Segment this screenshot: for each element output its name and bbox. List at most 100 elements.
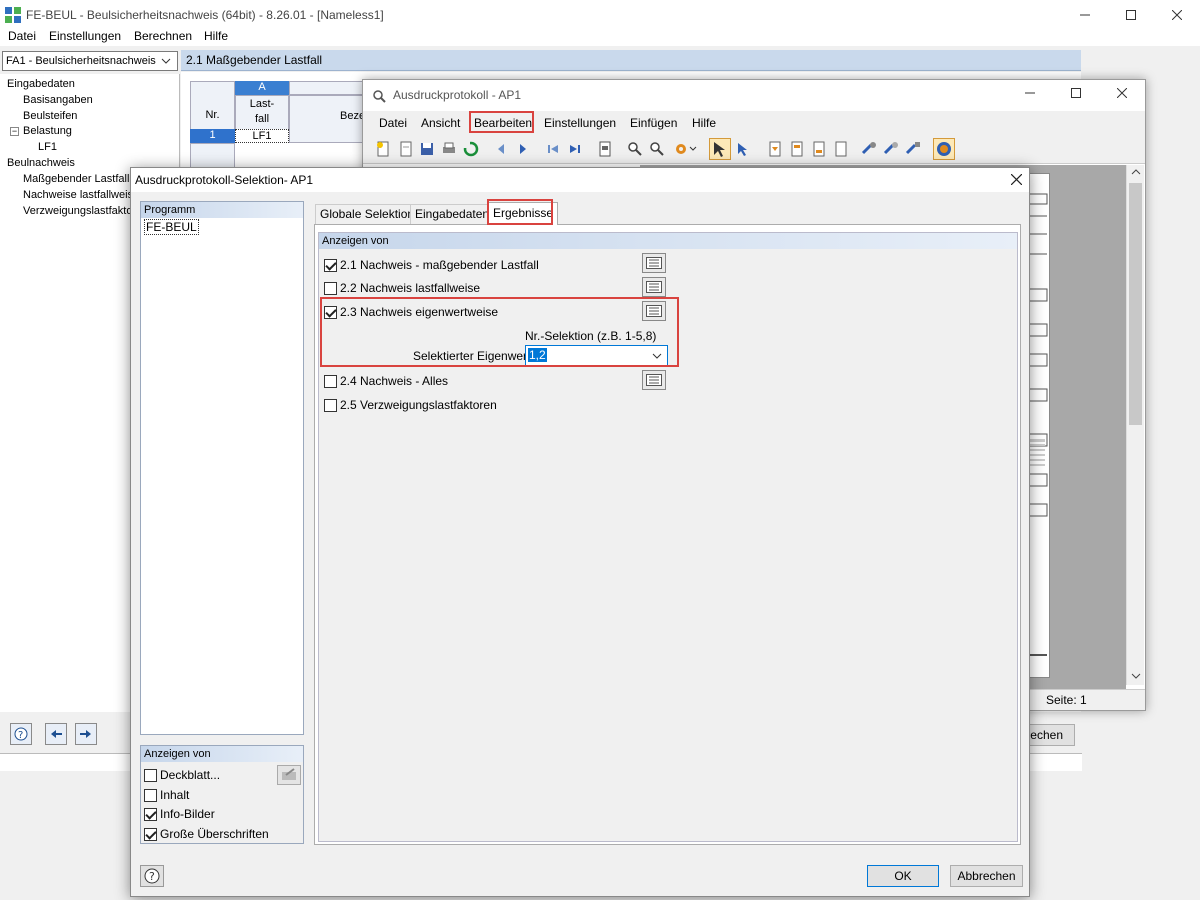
details-2-1-icon[interactable] — [642, 253, 666, 273]
nachweis-2-4-label: 2.4 Nachweis - Alles — [340, 374, 449, 388]
tree-item-beulnachweis[interactable]: Beulnachweis — [7, 157, 75, 169]
preview-scrollbar[interactable] — [1126, 165, 1144, 685]
cancel-button[interactable]: Abbrechen — [950, 865, 1023, 887]
printout-toolbar — [363, 136, 1145, 164]
printout-maximize-icon[interactable] — [1071, 88, 1081, 98]
menu-einstellungen[interactable]: Einstellungen — [49, 29, 121, 43]
bearbeiten-highlight — [469, 111, 534, 133]
last-page-icon[interactable] — [567, 141, 583, 157]
window-title: FE-BEUL - Beulsicherheitsnachweis (64bit… — [26, 8, 384, 22]
details-2-4-icon[interactable] — [642, 370, 666, 390]
prev-table-icon[interactable] — [45, 723, 67, 745]
maximize-icon[interactable] — [1108, 0, 1154, 30]
nachweis-2-5-label: 2.5 Verzweigungslastfaktoren — [340, 398, 497, 412]
minimize-icon[interactable] — [1062, 0, 1108, 30]
printout-menu-einstellungen[interactable]: Einstellungen — [544, 116, 616, 130]
nachweis-2-1-label: 2.1 Nachweis - maßgebender Lastfall — [340, 258, 539, 272]
table-title: 2.1 Maßgebender Lastfall — [186, 53, 323, 67]
tool-c-icon[interactable] — [905, 141, 921, 157]
col-a-header[interactable]: A — [235, 81, 289, 95]
main-title-bar: FE-BEUL - Beulsicherheitsnachweis (64bit… — [0, 0, 1200, 30]
tree-item-massgebender-lastfall[interactable]: Maßgebender Lastfall — [23, 173, 129, 185]
selection-dialog: Ausdruckprotokoll-Selektion- AP1 Program… — [130, 167, 1030, 897]
select-mode-icon[interactable] — [709, 138, 731, 160]
printout-status: Seite: 1 — [1029, 689, 1145, 710]
first-page-icon[interactable] — [545, 141, 561, 157]
menu-berechnen[interactable]: Berechnen — [134, 29, 192, 43]
dialog-title: Ausdruckprotokoll-Selektion- AP1 — [135, 173, 314, 187]
menu-hilfe[interactable]: Hilfe — [204, 29, 228, 43]
zoom-in-icon[interactable] — [627, 141, 643, 157]
menu-datei[interactable]: Datei — [8, 29, 36, 43]
refresh-icon[interactable] — [463, 141, 479, 157]
tree-item-lf1[interactable]: LF1 — [38, 141, 57, 153]
programm-header: Programm — [141, 202, 303, 218]
scroll-up-icon[interactable] — [1131, 169, 1141, 175]
open-icon[interactable] — [398, 141, 414, 157]
printout-close-icon[interactable] — [1117, 88, 1127, 98]
printout-menu-datei[interactable]: Datei — [379, 116, 407, 130]
print-icon[interactable] — [441, 141, 457, 157]
row-lf-cell[interactable]: LF1 — [235, 129, 289, 143]
inhalt-checkbox[interactable] — [144, 789, 157, 802]
collapse-icon[interactable]: − — [10, 127, 19, 136]
scroll-down-icon[interactable] — [1131, 673, 1141, 679]
printout-menu-einfuegen[interactable]: Einfügen — [630, 116, 677, 130]
tree-item-beulsteifen[interactable]: Beulsteifen — [23, 110, 77, 122]
deckblatt-checkbox[interactable] — [144, 769, 157, 782]
tab-eingabedaten[interactable]: Eingabedaten — [410, 204, 495, 224]
tool-a-icon[interactable] — [861, 141, 877, 157]
left-options-header: Anzeigen von — [141, 746, 303, 762]
info-bilder-checkbox[interactable] — [144, 808, 157, 821]
details-2-2-icon[interactable] — [642, 277, 666, 297]
deckblatt-edit-icon[interactable] — [277, 765, 301, 785]
nachweis-2-5-checkbox[interactable] — [324, 399, 337, 412]
eigenwert-highlight — [320, 297, 679, 367]
printout-menu-hilfe[interactable]: Hilfe — [692, 116, 716, 130]
scroll-thumb[interactable] — [1129, 183, 1142, 425]
tree-item-verzweigungslastfaktoren[interactable]: Verzweigungslastfakto — [23, 205, 132, 217]
tree-item-belastung[interactable]: Belastung — [23, 125, 72, 137]
insert-doc-icon[interactable] — [789, 141, 805, 157]
nachweis-2-1-checkbox[interactable] — [324, 259, 337, 272]
tree-item-eingabedaten[interactable]: Eingabedaten — [7, 78, 75, 90]
dialog-help-icon[interactable]: ? — [140, 865, 164, 887]
insert-page-icon[interactable] — [767, 141, 783, 157]
next-table-icon[interactable] — [75, 723, 97, 745]
save-icon[interactable] — [419, 141, 435, 157]
help-icon[interactable]: ? — [10, 723, 32, 745]
left-options-panel: Anzeigen von Deckblatt... Inhalt Info-Bi… — [140, 745, 304, 844]
settings-gear-icon[interactable] — [673, 141, 689, 157]
page-view-icon[interactable] — [597, 141, 613, 157]
zoom-out-icon[interactable] — [649, 141, 665, 157]
empty-row — [190, 143, 235, 168]
printout-minimize-icon[interactable] — [1025, 88, 1035, 98]
printout-menu-ansicht[interactable]: Ansicht — [421, 116, 460, 130]
pointer-icon[interactable] — [735, 141, 751, 157]
tree-item-basisangaben[interactable]: Basisangaben — [23, 94, 93, 106]
page-indicator: Seite: 1 — [1046, 693, 1087, 707]
blank-page-icon[interactable] — [833, 141, 849, 157]
tool-b-icon[interactable] — [883, 141, 899, 157]
gear-dropdown-icon[interactable] — [689, 146, 697, 162]
chevron-down-icon — [161, 58, 171, 64]
ok-button[interactable]: OK — [867, 865, 939, 887]
case-select[interactable]: FA1 - Beulsicherheitsnachweis — [2, 51, 178, 71]
back-icon[interactable] — [493, 141, 509, 157]
row-nr-cell[interactable]: 1 — [190, 129, 235, 143]
printout-title: Ausdruckprotokoll - AP1 — [393, 88, 522, 102]
forward-icon[interactable] — [515, 141, 531, 157]
close-icon[interactable] — [1154, 0, 1200, 30]
tree-item-nachweise-lastfallweise[interactable]: Nachweise lastfallweis — [23, 189, 133, 201]
tab-globale-selektion[interactable]: Globale Selektion — [315, 204, 420, 224]
dialog-close-icon[interactable] — [1011, 174, 1022, 185]
grosse-ueberschriften-checkbox[interactable] — [144, 828, 157, 841]
new-icon[interactable] — [375, 141, 391, 157]
web-icon[interactable] — [933, 138, 955, 160]
nachweis-2-2-checkbox[interactable] — [324, 282, 337, 295]
nachweis-2-4-checkbox[interactable] — [324, 375, 337, 388]
app-icon — [5, 7, 21, 23]
programm-item-fe-beul[interactable]: FE-BEUL — [144, 219, 199, 235]
grosse-ueberschriften-label: Große Überschriften — [160, 827, 269, 841]
insert-block-icon[interactable] — [811, 141, 827, 157]
